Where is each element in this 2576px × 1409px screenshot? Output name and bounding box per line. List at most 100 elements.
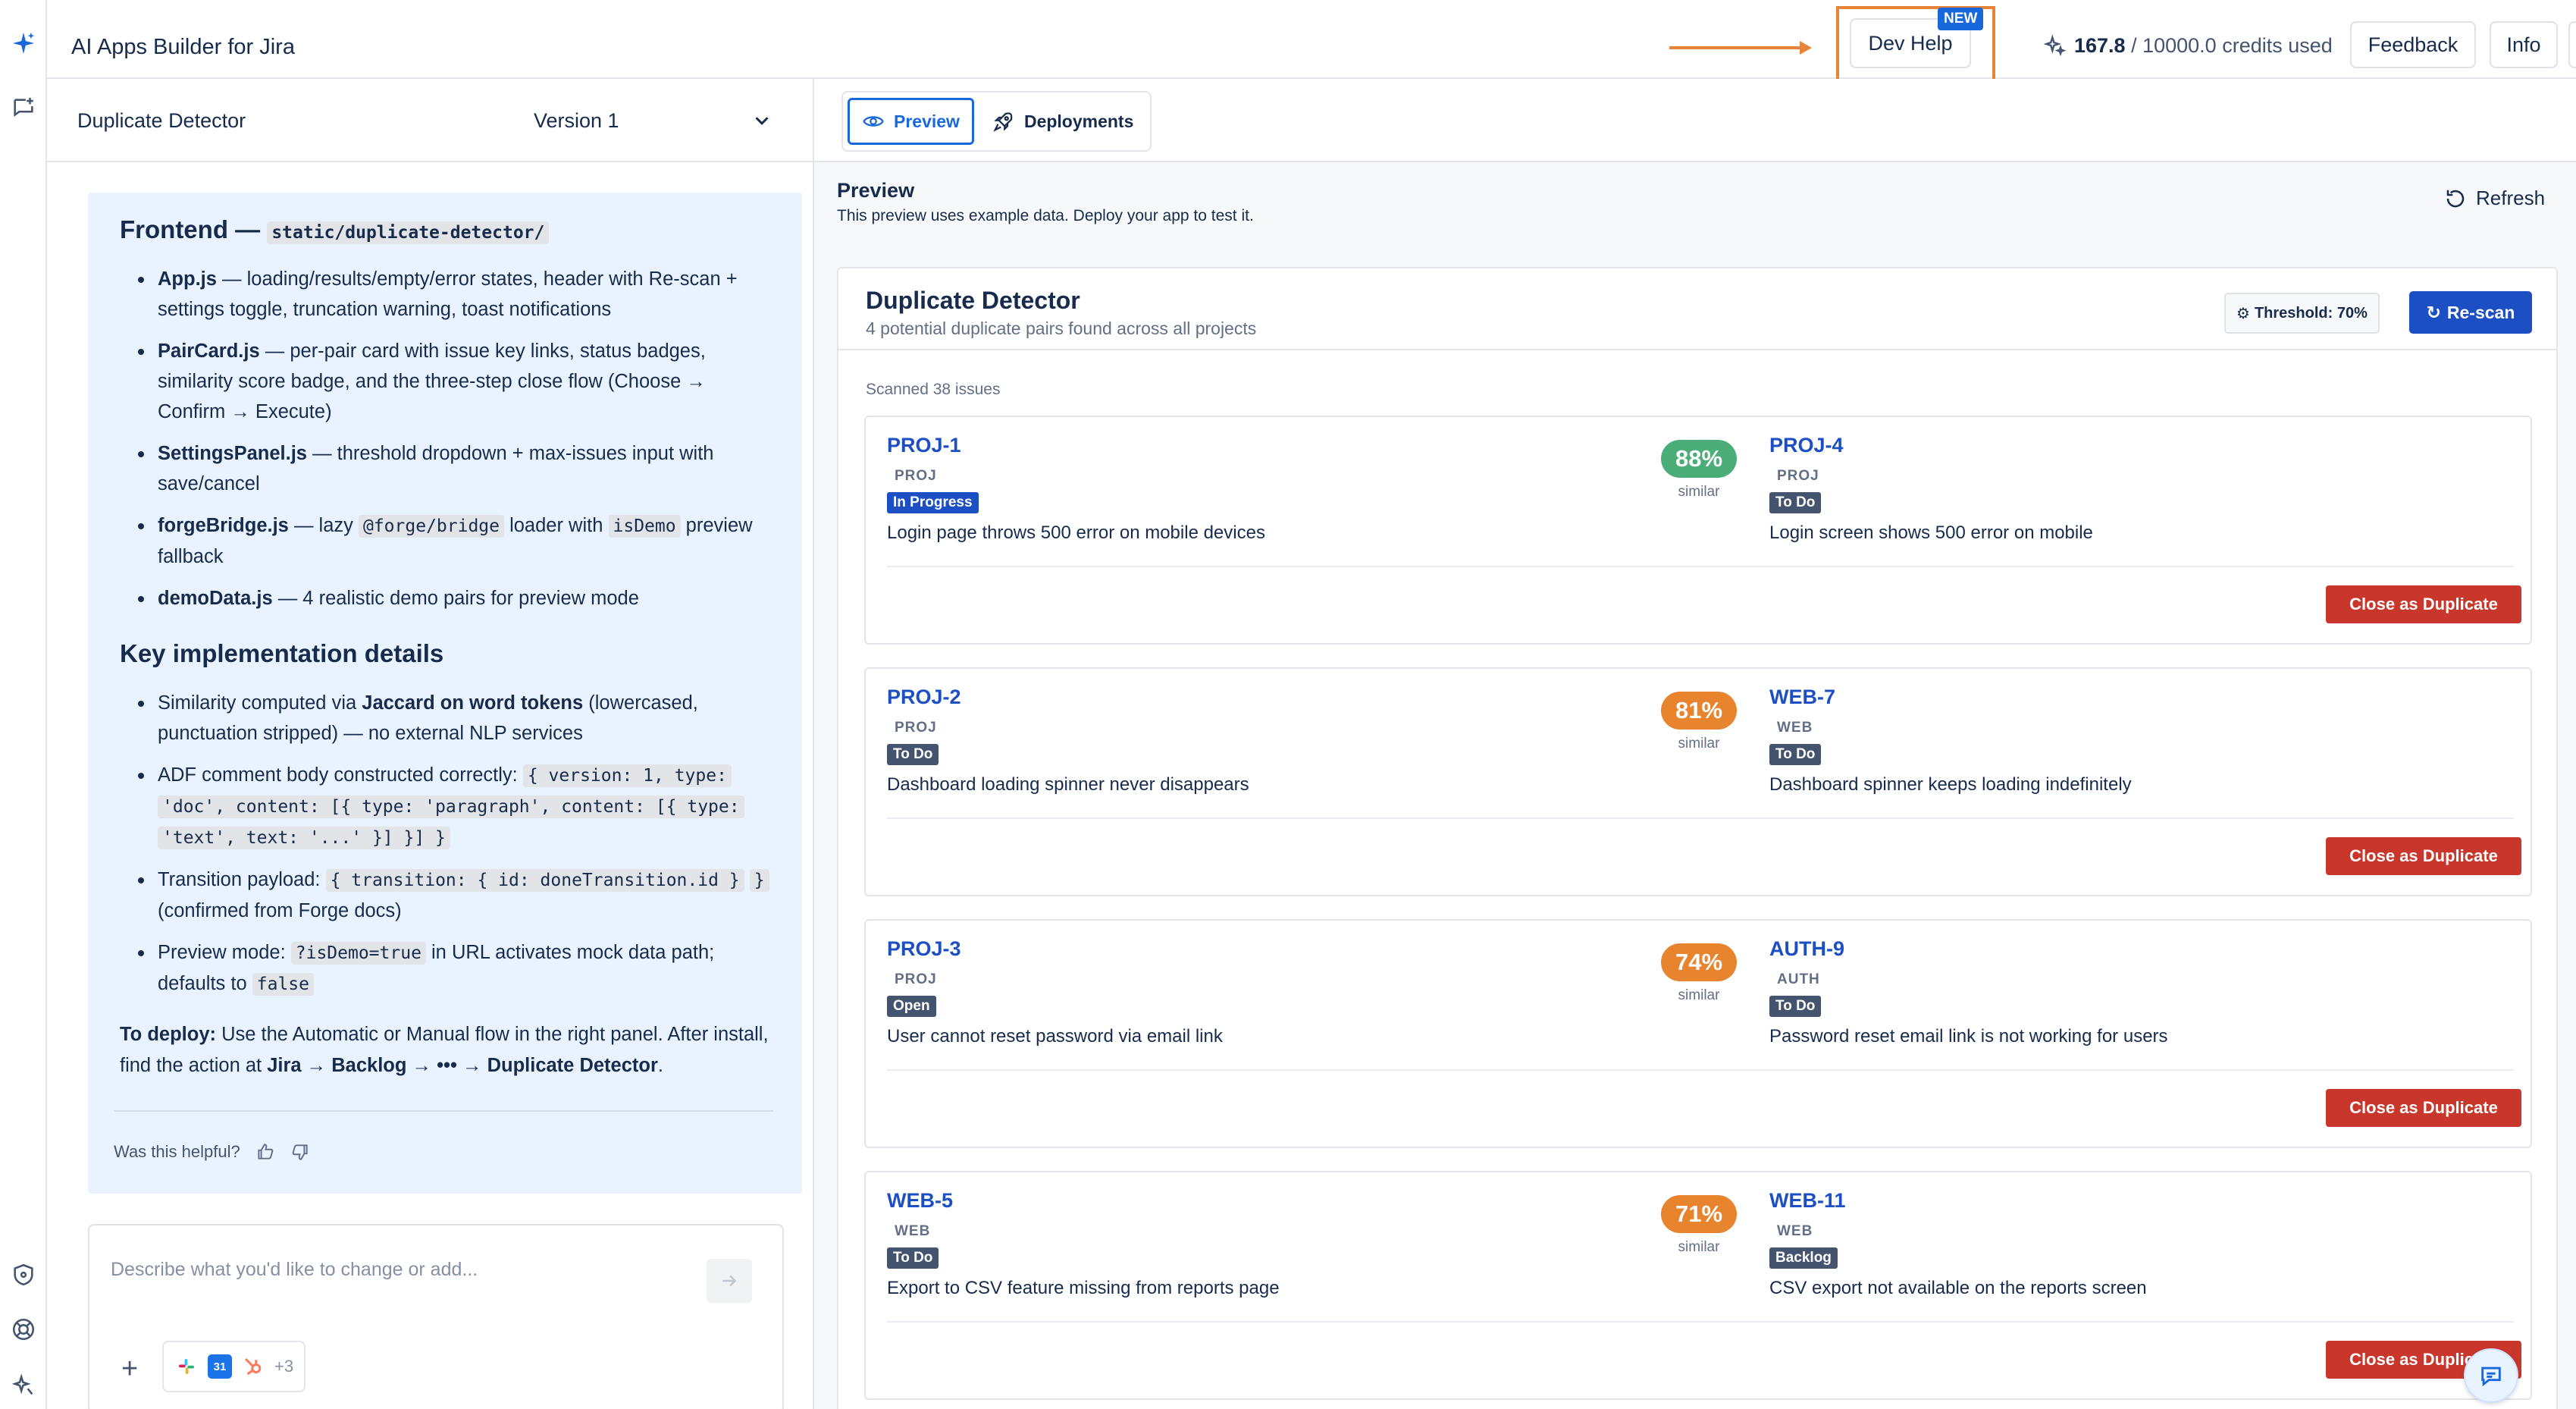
- score-badge: 71%: [1661, 1195, 1737, 1233]
- preview-subtitle: This preview uses example data. Deploy y…: [837, 207, 1254, 224]
- divider: [114, 1110, 773, 1112]
- status-badge: To Do: [887, 744, 939, 765]
- issue-key-link[interactable]: PROJ-1: [887, 434, 1265, 457]
- issue-key-link[interactable]: PROJ-2: [887, 686, 1249, 709]
- prompt-input[interactable]: Describe what you'd like to change or ad…: [88, 1224, 784, 1409]
- issue-key-link[interactable]: PROJ-3: [887, 937, 1223, 961]
- list-item: SettingsPanel.js — threshold dropdown + …: [120, 438, 772, 499]
- list-item: PairCard.js — per-pair card with issue k…: [120, 336, 772, 427]
- status-badge: To Do: [1769, 744, 1822, 765]
- thumbs-down-icon[interactable]: [290, 1142, 310, 1162]
- impl-heading: Key implementation details: [120, 639, 444, 667]
- divider: [887, 566, 2514, 567]
- credits-indicator: 167.8 / 10000.0 credits used: [2042, 33, 2333, 58]
- status-badge: In Progress: [887, 492, 979, 513]
- issue-left: PROJ-1 PROJ In Progress Login page throw…: [887, 434, 1265, 544]
- help-circle-icon[interactable]: [9, 1315, 38, 1344]
- tab-preview[interactable]: Preview: [848, 98, 974, 145]
- pair-card: PROJ-3 PROJ Open User cannot reset passw…: [864, 919, 2532, 1148]
- shield-icon[interactable]: [9, 1260, 38, 1289]
- project-label: PROJ: [1777, 468, 1819, 484]
- list-item: Transition payload: { transition: { id: …: [120, 865, 772, 926]
- status-badge: To Do: [887, 1247, 939, 1269]
- issue-summary: User cannot reset password via email lin…: [887, 1026, 1223, 1047]
- sparkle-icon[interactable]: [9, 29, 38, 58]
- calendar-icon: 31: [208, 1354, 232, 1379]
- integrations-more[interactable]: +3: [274, 1357, 293, 1376]
- feedback-button[interactable]: Feedback: [2350, 21, 2476, 68]
- card-subtitle: 4 potential duplicate pairs found across…: [866, 319, 1257, 338]
- preview-panel: Preview Deployments Preview This preview…: [814, 79, 2576, 1409]
- app-title: AI Apps Builder for Jira: [71, 35, 295, 59]
- project-label: PROJ: [895, 468, 937, 484]
- project-label: WEB: [1777, 1223, 1813, 1239]
- duplicate-detector-card: Duplicate Detector 4 potential duplicate…: [837, 267, 2558, 1409]
- scanned-count: Scanned 38 issues: [866, 381, 1001, 398]
- pair-card: PROJ-1 PROJ In Progress Login page throw…: [864, 416, 2532, 645]
- refresh-button[interactable]: Refresh: [2444, 187, 2545, 210]
- status-badge: Open: [887, 996, 936, 1017]
- chat-add-icon[interactable]: [9, 94, 38, 123]
- score-badge: 74%: [1661, 943, 1737, 981]
- issue-key-link[interactable]: WEB-7: [1769, 686, 2132, 709]
- issue-right: WEB-11 WEB Backlog CSV export not availa…: [1769, 1189, 2147, 1299]
- issue-key-link[interactable]: WEB-11: [1769, 1189, 2147, 1213]
- assistant-message: Frontend — static/duplicate-detector/ Ap…: [88, 193, 802, 1194]
- divider: [887, 817, 2514, 819]
- rescan-button[interactable]: ↻ Re-scan: [2409, 291, 2532, 334]
- helpful-label: Was this helpful?: [114, 1142, 240, 1161]
- pair-card: PROJ-2 PROJ To Do Dashboard loading spin…: [864, 667, 2532, 896]
- list-item: Preview mode: ?isDemo=true in URL activa…: [120, 937, 772, 999]
- add-attachment-button[interactable]: +: [121, 1353, 138, 1385]
- tab-deployments[interactable]: Deployments: [980, 98, 1145, 145]
- chat-support-button[interactable]: [2464, 1348, 2518, 1403]
- version-bar: Duplicate Detector Version 1: [47, 79, 813, 162]
- credits-used: 167.8: [2074, 33, 2126, 57]
- version-select[interactable]: Version 1: [534, 109, 619, 133]
- frontend-heading: Frontend — static/duplicate-detector/: [120, 215, 772, 244]
- list-item: ADF comment body constructed correctly: …: [120, 760, 772, 853]
- sparkle-credits-icon: [2043, 34, 2067, 57]
- integrations-bar[interactable]: 31 +3: [162, 1341, 306, 1392]
- feedback-row: Was this helpful?: [114, 1142, 310, 1162]
- issue-summary: Login screen shows 500 error on mobile: [1769, 522, 2093, 543]
- close-as-duplicate-button[interactable]: Close as Duplicate: [2326, 837, 2521, 875]
- divider: [887, 1321, 2514, 1323]
- issue-summary: Dashboard spinner keeps loading indefini…: [1769, 774, 2132, 795]
- issue-key-link[interactable]: WEB-5: [887, 1189, 1280, 1213]
- card-title: Duplicate Detector: [866, 287, 1080, 314]
- left-rail: [0, 0, 47, 1409]
- chat-bubble-icon: [2481, 1367, 2501, 1387]
- refresh-icon: ↻: [2426, 302, 2441, 322]
- close-as-duplicate-button[interactable]: Close as Duplicate: [2326, 585, 2521, 623]
- prompt-placeholder[interactable]: Describe what you'd like to change or ad…: [111, 1259, 478, 1281]
- score-label: similar: [1678, 987, 1720, 1003]
- status-badge: To Do: [1769, 492, 1822, 513]
- hubspot-icon: [241, 1354, 265, 1379]
- similarity-score: 81% similar: [1659, 692, 1739, 752]
- threshold-button[interactable]: ⚙ Threshold: 70%: [2224, 293, 2380, 334]
- frontend-path: static/duplicate-detector/: [267, 221, 550, 244]
- issue-summary: CSV export not available on the reports …: [1769, 1278, 2147, 1298]
- score-label: similar: [1678, 484, 1720, 500]
- similarity-score: 71% similar: [1659, 1195, 1739, 1256]
- status-badge: Backlog: [1769, 1247, 1838, 1269]
- issue-key-link[interactable]: PROJ-4: [1769, 434, 2093, 457]
- close-as-duplicate-button[interactable]: Close as Duplicate: [2326, 1089, 2521, 1127]
- score-badge: 81%: [1661, 692, 1737, 730]
- send-button[interactable]: [707, 1259, 752, 1303]
- similarity-score: 88% similar: [1659, 440, 1739, 501]
- more-options-button[interactable]: •••: [2568, 21, 2576, 68]
- divider: [887, 1069, 2514, 1071]
- tab-group: Preview Deployments: [841, 91, 1152, 152]
- similarity-score: 74% similar: [1659, 943, 1739, 1004]
- rocket-icon: [993, 112, 1013, 132]
- chevron-down-icon[interactable]: [751, 109, 773, 132]
- issue-key-link[interactable]: AUTH-9: [1769, 937, 2168, 961]
- thumbs-up-icon[interactable]: [255, 1142, 275, 1162]
- info-button[interactable]: Info: [2490, 21, 2558, 68]
- issue-summary: Login page throws 500 error on mobile de…: [887, 522, 1265, 543]
- arrow-right-icon: [722, 1275, 737, 1287]
- top-bar: AI Apps Builder for Jira Dev Help NEW 16…: [47, 6, 2576, 85]
- sparkle-settings-icon[interactable]: [9, 1371, 38, 1400]
